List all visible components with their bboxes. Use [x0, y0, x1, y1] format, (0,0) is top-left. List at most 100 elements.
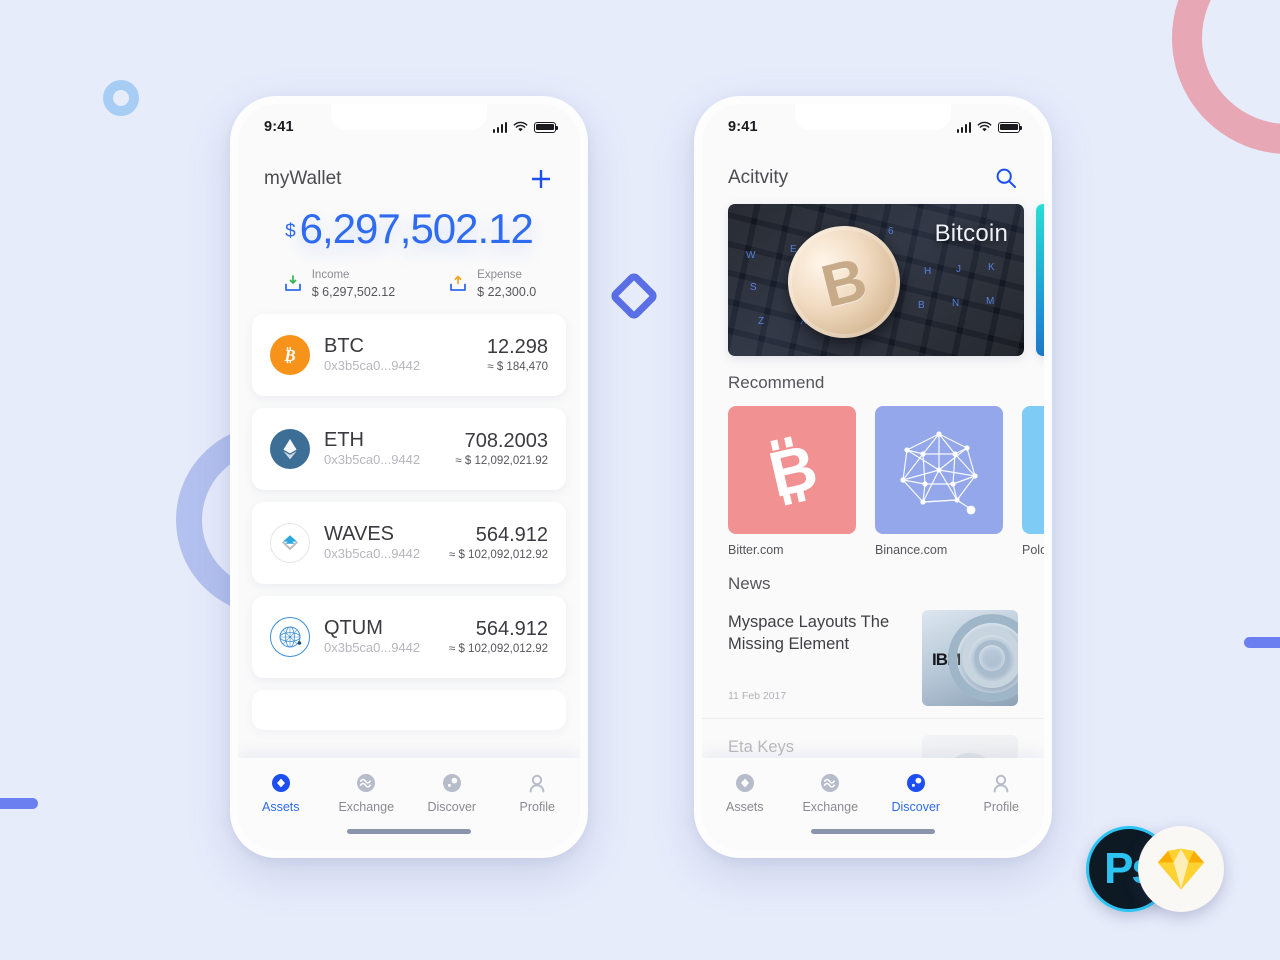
- diamond-icon: [735, 774, 754, 792]
- add-wallet-button[interactable]: [528, 166, 554, 192]
- coin-address: 0x3b5ca0...9442: [324, 452, 421, 468]
- tab-profile[interactable]: Profile: [964, 772, 1038, 814]
- decor-ring-small: [103, 80, 139, 116]
- sketch-diamond-icon: [1158, 848, 1204, 890]
- expense-icon: [450, 275, 467, 292]
- decor-bar-right: [1244, 637, 1280, 648]
- page-title: myWallet: [264, 168, 342, 189]
- sketch-badge: [1138, 826, 1224, 912]
- svg-text:B: B: [283, 346, 295, 365]
- tab-label: Exchange: [802, 800, 859, 814]
- app-badges: Ps: [1086, 826, 1238, 914]
- recommend-list[interactable]: B Bitter.com Binance.com Polo: [702, 406, 1044, 557]
- coin-symbol: WAVES: [324, 523, 395, 546]
- recommend-name: Polone: [1022, 543, 1044, 557]
- tab-exchange[interactable]: Exchange: [793, 772, 867, 814]
- person-icon: [529, 774, 545, 793]
- income-value: $ 6,297,502.12: [311, 284, 396, 299]
- carousel-item[interactable]: [1036, 204, 1044, 356]
- coin-quantity: 564.912: [475, 617, 548, 640]
- person-icon: [993, 774, 1009, 793]
- tab-label: Assets: [725, 800, 764, 814]
- home-indicator[interactable]: [811, 829, 935, 834]
- banner-caption: Bitcoin: [934, 220, 1008, 247]
- compass-icon: [906, 774, 925, 792]
- coin-quantity: 564.912: [475, 523, 548, 546]
- server-disc-graphic: [948, 614, 1018, 702]
- decor-bar-left: [0, 798, 38, 809]
- income-block: Income $ 6,297,502.12: [282, 268, 395, 300]
- decor-ring-pink: [1172, 0, 1280, 154]
- exchange-icon: [357, 774, 376, 792]
- table-row[interactable]: QTUM 0x3b5ca0...9442 564.912 ≈ $ 102,092…: [252, 596, 566, 679]
- table-row-partial[interactable]: [252, 690, 566, 731]
- list-item[interactable]: Myspace Layouts The Missing Element 11 F…: [702, 594, 1044, 719]
- wifi-icon: [513, 121, 528, 132]
- table-row[interactable]: ETH 0x3b5ca0...9442 708.2003 ≈ $ 12,092,…: [252, 408, 566, 491]
- coin-fiat-value: ≈ $ 12,092,021.92: [455, 454, 548, 467]
- search-icon[interactable]: [994, 166, 1018, 190]
- tab-assets[interactable]: Assets: [708, 772, 782, 814]
- bottom-tab-bar: Assets Exchange Discover Profile: [702, 758, 1044, 850]
- coin-address: 0x3b5ca0...9442: [324, 546, 421, 562]
- bitcoin-b-icon: B: [728, 406, 856, 534]
- phone-wallet: 9:41 myWallet $ 6,297,502.12 Income $ 6,…: [230, 96, 588, 858]
- balance-amount: 6,297,502.12: [299, 205, 534, 252]
- expense-label: Expense: [477, 269, 522, 281]
- coin-quantity: 708.2003: [464, 429, 548, 452]
- discover-screen: 9:41 Acitvity W S Z E H J K B N M 6 B Bi…: [702, 104, 1044, 850]
- tab-exchange[interactable]: Exchange: [329, 772, 403, 814]
- news-date: 11 Feb 2017: [728, 689, 787, 702]
- wifi-icon: [977, 121, 992, 132]
- tab-label: Discover: [427, 800, 477, 814]
- decor-diamond-icon: [608, 270, 660, 322]
- income-icon: [284, 275, 301, 292]
- currency-symbol: $: [285, 221, 296, 242]
- bitcoin-icon: B: [270, 335, 310, 376]
- status-bar: 9:41: [238, 104, 580, 150]
- status-time: 9:41: [264, 119, 294, 135]
- banner-carousel[interactable]: W S Z E X H J K B N M 5 6 B Bitcoin: [702, 204, 1044, 356]
- notch: [331, 104, 487, 130]
- battery-icon: [534, 121, 559, 133]
- bottom-tab-bar: Assets Exchange Discover Profile: [238, 758, 580, 850]
- home-indicator[interactable]: [347, 829, 471, 834]
- recommend-tile-partial: [1022, 406, 1044, 534]
- qtum-icon: [270, 617, 310, 658]
- wallet-screen: 9:41 myWallet $ 6,297,502.12 Income $ 6,…: [238, 104, 580, 850]
- coin-address: 0x3b5ca0...9442: [324, 640, 421, 656]
- news-heading: News: [728, 574, 771, 593]
- tab-label: Profile: [983, 800, 1019, 814]
- coin-symbol: ETH: [324, 429, 364, 452]
- expense-block: Expense $ 22,300.0: [447, 268, 536, 300]
- battery-icon: [998, 121, 1023, 133]
- phone-discover: 9:41 Acitvity W S Z E H J K B N M 6 B Bi…: [694, 96, 1052, 858]
- tab-discover[interactable]: Discover: [879, 772, 953, 814]
- coin-fiat-value: ≈ $ 102,092,012.92: [448, 642, 548, 655]
- status-time: 9:41: [728, 119, 758, 135]
- expense-value: $ 22,300.0: [477, 284, 537, 299]
- tab-label: Discover: [891, 800, 941, 814]
- table-row[interactable]: WAVES 0x3b5ca0...9442 564.912 ≈ $ 102,09…: [252, 502, 566, 585]
- news-thumbnail: IBM: [922, 610, 1018, 706]
- waves-icon: [270, 523, 310, 564]
- signal-icon: [492, 121, 507, 133]
- news-title: Myspace Layouts The Missing Element: [728, 613, 890, 653]
- list-item[interactable]: Binance.com: [875, 406, 1003, 557]
- income-label: Income: [311, 269, 350, 281]
- tab-discover[interactable]: Discover: [415, 772, 489, 814]
- tab-assets[interactable]: Assets: [244, 772, 318, 814]
- tab-profile[interactable]: Profile: [500, 772, 574, 814]
- recommend-name: Bitter.com: [728, 543, 784, 557]
- tab-label: Exchange: [338, 800, 395, 814]
- coin-address: 0x3b5ca0...9442: [324, 358, 421, 374]
- table-row[interactable]: B BTC 0x3b5ca0...9442 12.298 ≈ $ 184,470: [252, 314, 566, 397]
- recommend-heading: Recommend: [728, 373, 825, 392]
- list-item[interactable]: B Bitter.com: [728, 406, 856, 557]
- diamond-icon: [271, 774, 290, 792]
- coin-symbol: QTUM: [324, 617, 383, 640]
- recommend-name: Binance.com: [875, 543, 948, 557]
- carousel-item[interactable]: W S Z E X H J K B N M 5 6 B Bitcoin: [728, 204, 1024, 356]
- tab-label: Assets: [261, 800, 300, 814]
- list-item[interactable]: Polone: [1022, 406, 1044, 557]
